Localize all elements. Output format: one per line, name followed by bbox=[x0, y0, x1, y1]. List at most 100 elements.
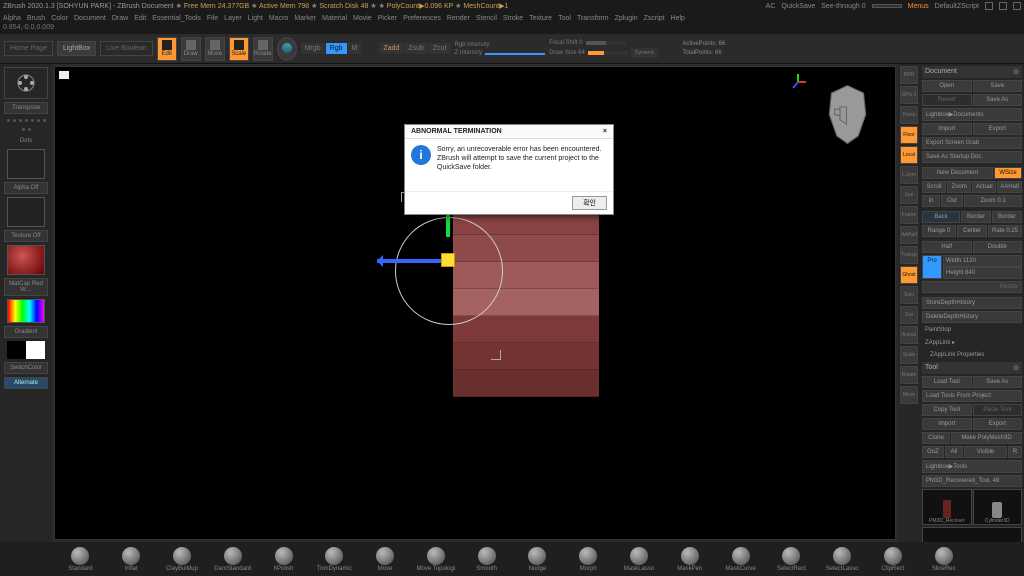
texture-swatch[interactable] bbox=[7, 197, 45, 227]
menu-layer[interactable]: Layer bbox=[224, 15, 242, 22]
scale-mode-button[interactable]: Scale bbox=[229, 37, 249, 61]
alpha-swatch[interactable] bbox=[7, 149, 45, 179]
paintstop-header[interactable]: PaintStop bbox=[922, 325, 1022, 335]
menu-zscript[interactable]: Zscript bbox=[644, 15, 665, 22]
menu-brush[interactable]: Brush bbox=[27, 15, 45, 22]
move-mode-button[interactable]: Move bbox=[205, 37, 225, 61]
saveas-button[interactable]: Save As bbox=[973, 94, 1023, 106]
brush-standard[interactable]: Standard bbox=[60, 547, 101, 572]
solo-button[interactable]: Solo bbox=[900, 286, 918, 304]
save-button[interactable]: Save bbox=[973, 80, 1023, 92]
brush-masklasso[interactable]: MaskLasso bbox=[619, 547, 660, 572]
menu-stroke[interactable]: Stroke bbox=[503, 15, 523, 22]
export-button[interactable]: Export bbox=[973, 123, 1023, 135]
lightbox-tools-button[interactable]: Lightbox▶Tools bbox=[922, 460, 1022, 473]
menu-picker[interactable]: Picker bbox=[378, 15, 397, 22]
tool-thumb[interactable]: ✱PolyMesh3D bbox=[922, 527, 1022, 542]
brush-maskpen[interactable]: MaskPen bbox=[669, 547, 710, 572]
ok-button[interactable]: 확인 bbox=[572, 196, 607, 210]
half-button[interactable]: Half bbox=[922, 241, 972, 253]
menu-macro[interactable]: Macro bbox=[269, 15, 288, 22]
menu-movie[interactable]: Movie bbox=[353, 15, 372, 22]
menu-render[interactable]: Render bbox=[447, 15, 470, 22]
bpr-button[interactable]: BPR bbox=[900, 66, 918, 84]
menu-material[interactable]: Material bbox=[322, 15, 347, 22]
scroll-button[interactable]: Scroll bbox=[922, 181, 946, 193]
rotate-mode-button[interactable]: Rotate bbox=[253, 37, 273, 61]
load-tool-button[interactable]: Load Tool bbox=[922, 376, 972, 388]
tool-thumb[interactable]: PM3D_Recover bbox=[922, 489, 972, 525]
brush-morph[interactable]: Morph bbox=[568, 547, 609, 572]
transpose-gizmo-icon[interactable] bbox=[4, 67, 48, 99]
zsub-button[interactable]: Zsub bbox=[404, 43, 428, 54]
make-polymesh-button[interactable]: Make PolyMesh3D bbox=[951, 432, 1022, 444]
brush-move[interactable]: Move bbox=[365, 547, 406, 572]
zapplink-header[interactable]: ZAppLink ▸ bbox=[922, 337, 1022, 348]
actual-button[interactable]: Actual bbox=[900, 326, 918, 344]
menu-marker[interactable]: Marker bbox=[294, 15, 316, 22]
window-close-icon[interactable] bbox=[1013, 2, 1021, 10]
document-panel-header[interactable]: Document⊙ bbox=[922, 66, 1022, 78]
color-picker[interactable] bbox=[7, 299, 45, 323]
zoom-in-button[interactable]: In bbox=[922, 195, 940, 207]
pro-toggle[interactable]: Pro bbox=[922, 255, 942, 279]
clone-button[interactable]: Clone bbox=[922, 432, 950, 444]
menu-zplugin[interactable]: Zplugin bbox=[615, 15, 638, 22]
persp-button[interactable]: Persp bbox=[900, 106, 918, 124]
frame-button[interactable]: Frame bbox=[900, 206, 918, 224]
draw-mode-button[interactable]: Draw bbox=[181, 37, 201, 61]
tool-export-button[interactable]: Export bbox=[973, 418, 1023, 430]
intensity-slider[interactable] bbox=[485, 53, 545, 55]
transp-button[interactable]: Transp bbox=[900, 246, 918, 264]
default-zscript[interactable]: DefaultZScript bbox=[935, 3, 979, 10]
mrgb-button[interactable]: Mrgb bbox=[301, 43, 325, 54]
edit-mode-button[interactable]: Edit bbox=[157, 37, 177, 61]
menu-texture[interactable]: Texture bbox=[529, 15, 552, 22]
tool-panel-header[interactable]: Tool⊙ bbox=[922, 362, 1022, 374]
brush-maskcurve[interactable]: MaskCurve bbox=[720, 547, 761, 572]
paste-tool-button[interactable]: Paste Tool bbox=[973, 404, 1023, 416]
aahalf-icon-button[interactable]: AAHalf bbox=[997, 181, 1022, 193]
lsym-button[interactable]: L.Sym bbox=[900, 166, 918, 184]
ghost-button[interactable]: Ghost bbox=[900, 266, 918, 284]
menu-preferences[interactable]: Preferences bbox=[403, 15, 441, 22]
goz-visible-button[interactable]: Visible bbox=[964, 446, 1007, 458]
window-min-icon[interactable] bbox=[985, 2, 993, 10]
menu-help[interactable]: Help bbox=[671, 15, 685, 22]
border-color[interactable]: Border bbox=[961, 211, 991, 223]
resize-button[interactable]: Resize bbox=[922, 281, 1022, 293]
gizmo-x-axis[interactable] bbox=[377, 259, 447, 263]
brush-trimdynamic[interactable]: TrimDynamic bbox=[314, 547, 355, 572]
width-field[interactable]: Width 1120 bbox=[943, 255, 1022, 267]
menu-document[interactable]: Document bbox=[74, 15, 106, 22]
height-field[interactable]: Height 840 bbox=[943, 267, 1022, 279]
menu-essential[interactable]: Essential_Tools bbox=[152, 15, 201, 22]
scale-nav-button[interactable]: Scale bbox=[900, 346, 918, 364]
lightbox-docs-button[interactable]: Lightbox▶Documents bbox=[922, 108, 1022, 121]
local-button[interactable]: Local bbox=[900, 146, 918, 164]
goz-all-button[interactable]: All bbox=[945, 446, 963, 458]
zapplink-props[interactable]: ZAppLink Properties bbox=[922, 350, 1022, 360]
center-button[interactable]: Center bbox=[957, 225, 987, 237]
menu-tool[interactable]: Tool bbox=[558, 15, 571, 22]
tool-import-button[interactable]: Import bbox=[922, 418, 972, 430]
material-swatch[interactable] bbox=[7, 245, 45, 275]
tool-thumb[interactable]: Cylinder3D bbox=[973, 489, 1023, 525]
floor-button[interactable]: Floor bbox=[900, 126, 918, 144]
brush-selectrect[interactable]: SelectRect bbox=[771, 547, 812, 572]
window-max-icon[interactable] bbox=[999, 2, 1007, 10]
menu-file[interactable]: File bbox=[207, 15, 218, 22]
stroke-preview[interactable] bbox=[4, 117, 48, 133]
zoom-button[interactable]: Zoo bbox=[900, 306, 918, 324]
import-button[interactable]: Import bbox=[922, 123, 972, 135]
zoom-value[interactable]: Zoom 0.1 bbox=[964, 195, 1022, 207]
close-icon[interactable]: × bbox=[603, 128, 607, 135]
brush-selectlasso[interactable]: SelectLasso bbox=[822, 547, 863, 572]
double-button[interactable]: Double bbox=[973, 241, 1023, 253]
aahalf-button[interactable]: AAHalf bbox=[900, 226, 918, 244]
alternate-button[interactable]: Alternate bbox=[4, 377, 48, 389]
wsize-toggle[interactable]: WSize bbox=[994, 167, 1022, 179]
back-color[interactable]: Back bbox=[922, 211, 960, 223]
brush-claybuildup[interactable]: ClayBuildup bbox=[162, 547, 203, 572]
menu-light[interactable]: Light bbox=[248, 15, 263, 22]
